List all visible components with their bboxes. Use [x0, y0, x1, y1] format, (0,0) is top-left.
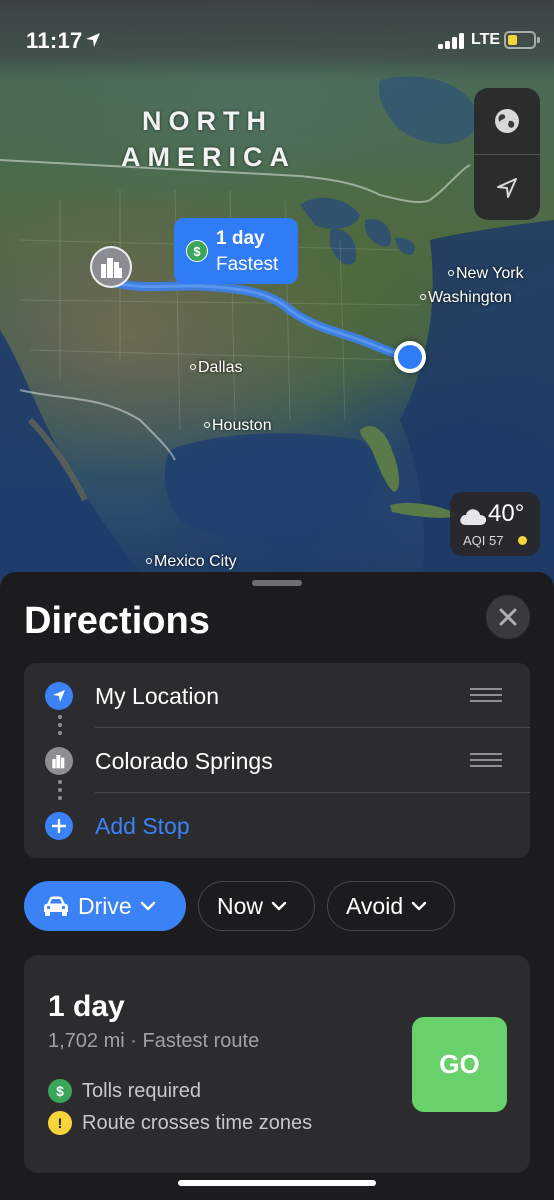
cloud-icon — [460, 509, 487, 525]
chevron-down-icon — [411, 901, 427, 911]
directions-sheet: Directions My Location Colorado Springs … — [0, 572, 554, 1200]
warning-icon: ! — [48, 1111, 72, 1135]
now-label: Now — [217, 892, 264, 919]
city-label-mexico-city[interactable]: Mexico City — [146, 553, 237, 571]
cellular-signal-icon — [438, 33, 464, 49]
city-name: Washington — [428, 289, 512, 306]
add-stop-label: Add Stop — [95, 813, 190, 839]
city-name: Houston — [212, 417, 272, 434]
weather-widget[interactable]: 40° AQI 57 — [450, 492, 540, 556]
city-name: Mexico City — [154, 553, 237, 570]
route-callout-duration: 1 day — [216, 228, 265, 249]
battery-level — [508, 35, 517, 45]
current-location-dot[interactable] — [394, 341, 426, 373]
chevron-down-icon — [271, 901, 287, 911]
location-arrow-outline-icon — [497, 178, 517, 198]
route-option-card[interactable]: 1 day 1,702 mi · Fastest route $ Tolls r… — [24, 955, 530, 1173]
location-services-icon — [86, 33, 100, 47]
sheet-grabber[interactable] — [252, 580, 302, 586]
go-button[interactable]: GO — [412, 1017, 507, 1112]
city-icon — [101, 258, 122, 278]
route-details: 1,702 mi · Fastest route — [48, 1030, 260, 1052]
city-label-houston[interactable]: Houston — [204, 417, 272, 435]
note-text: Tolls required — [82, 1079, 201, 1102]
city-dot — [420, 294, 426, 300]
continent-label-line1: NORTH — [142, 106, 273, 136]
aqi-indicator — [518, 536, 527, 545]
status-bar: 11:17 LTE — [0, 0, 554, 80]
route-note-timezones: ! Route crosses time zones — [48, 1111, 312, 1135]
note-text: Route crosses time zones — [82, 1111, 313, 1134]
map-view[interactable]: NORTH AMERICA New York Washington Dallas… — [0, 0, 554, 600]
status-time: 11:17 — [26, 28, 83, 53]
globe-icon — [495, 109, 519, 133]
continent-label-line2: AMERICA — [121, 142, 296, 172]
network-type: LTE — [471, 31, 501, 48]
city-dot — [190, 364, 196, 370]
home-indicator[interactable] — [178, 1180, 376, 1186]
avoid-label: Avoid — [346, 892, 404, 919]
location-arrow-icon — [45, 682, 73, 710]
city-name: New York — [456, 265, 524, 282]
page-title: Directions — [24, 600, 210, 642]
stop-row-origin[interactable]: My Location — [24, 663, 530, 728]
battery-nub — [537, 37, 540, 43]
aqi-value: AQI 57 — [463, 533, 504, 548]
destination-pin[interactable] — [90, 246, 132, 288]
city-label-washington[interactable]: Washington — [420, 289, 512, 307]
route-callout[interactable]: $ 1 day Fastest — [174, 218, 298, 284]
drive-label: Drive — [78, 892, 132, 919]
reorder-handle[interactable] — [470, 752, 502, 768]
stop-label: My Location — [95, 683, 220, 709]
city-icon — [45, 747, 73, 775]
drive-mode-button[interactable]: Drive — [24, 881, 186, 931]
city-dot — [204, 422, 210, 428]
toll-dollar-icon: $ — [48, 1079, 72, 1103]
avoid-options-button[interactable]: Avoid — [327, 881, 455, 931]
stop-row-destination[interactable]: Colorado Springs — [24, 728, 530, 793]
city-label-new-york[interactable]: New York — [448, 265, 524, 283]
city-dot — [448, 270, 454, 276]
close-icon — [499, 608, 517, 626]
map-mode-button[interactable] — [474, 88, 540, 154]
close-button[interactable] — [486, 595, 530, 639]
city-name: Dallas — [198, 359, 243, 376]
toll-dollar-icon: $ — [186, 240, 208, 262]
stop-label: Colorado Springs — [95, 748, 273, 774]
route-stops-card: My Location Colorado Springs Add Stop — [24, 663, 530, 858]
temperature: 40° — [488, 500, 525, 527]
plus-icon — [45, 812, 73, 840]
depart-time-button[interactable]: Now — [198, 881, 315, 931]
add-stop-button[interactable]: Add Stop — [24, 793, 530, 858]
city-label-dallas[interactable]: Dallas — [190, 359, 242, 377]
city-dot — [146, 558, 152, 564]
map-controls — [474, 88, 540, 220]
battery-icon — [504, 31, 540, 49]
route-duration: 1 day — [48, 990, 125, 1023]
chevron-down-icon — [140, 901, 155, 911]
car-icon — [44, 896, 68, 916]
route-callout-tag: Fastest — [216, 254, 279, 275]
track-location-button[interactable] — [474, 155, 540, 221]
reorder-handle[interactable] — [470, 687, 502, 703]
route-note-tolls: $ Tolls required — [48, 1079, 201, 1103]
